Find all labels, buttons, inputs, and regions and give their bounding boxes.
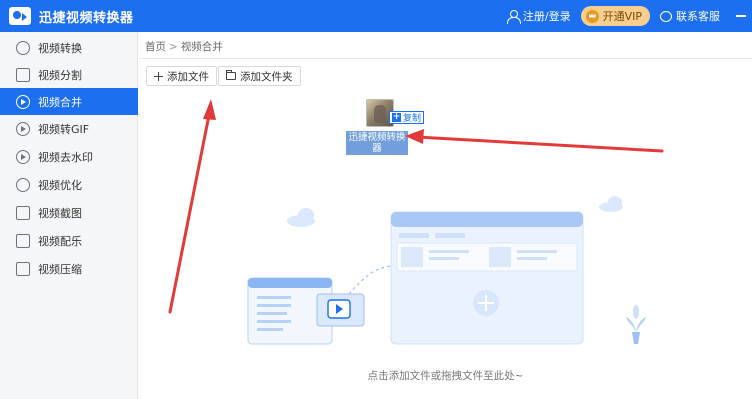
- sidebar-item-label: 视频压缩: [38, 262, 82, 276]
- login-label: 注册/登录: [522, 10, 571, 23]
- minimize-button[interactable]: [730, 0, 752, 32]
- minimize-icon: [736, 15, 746, 17]
- watermark-icon: [16, 149, 30, 164]
- title-bar-actions: 注册/登录 开通VIP 联系客服: [506, 0, 752, 32]
- sidebar-item-label: 视频优化: [38, 178, 82, 192]
- sidebar-item-label: 视频转换: [38, 41, 82, 55]
- sidebar-item-label: 视频分割: [38, 68, 82, 82]
- large-window-graphic: [390, 211, 584, 345]
- sidebar-item-video-watermark[interactable]: 视频去水印: [0, 143, 138, 170]
- service-label: 联系客服: [676, 10, 720, 23]
- sidebar-item-video-screenshot[interactable]: 视频截图: [0, 199, 138, 226]
- video-card-graphic: [316, 293, 365, 327]
- title-bar: 迅捷视频转换器 注册/登录 开通VIP 联系客服: [0, 0, 752, 32]
- sidebar-item-video-split[interactable]: 视频分割: [0, 61, 138, 88]
- split-icon: [16, 67, 30, 82]
- empty-hint[interactable]: 点击添加文件或拖拽文件至此处~: [139, 368, 752, 383]
- copy-badge: + 复制: [389, 111, 425, 124]
- open-vip-button[interactable]: 开通VIP: [580, 6, 650, 26]
- chat-icon: [660, 10, 672, 22]
- dragged-file-name: 迅捷视频转换器: [346, 131, 408, 155]
- app-title: 迅捷视频转换器: [39, 10, 134, 26]
- screenshot-icon: [16, 205, 30, 220]
- app-window: 迅捷视频转换器 注册/登录 开通VIP 联系客服 视频转换 视频分割 视频合并 …: [0, 0, 752, 399]
- music-icon: [16, 233, 30, 248]
- main-panel: 首页 > 视频合并 添加文件 添加文件夹 + 复制 迅捷视频转换器 点击添加文件…: [139, 32, 752, 399]
- gif-icon: [16, 121, 30, 136]
- sidebar-item-label: 视频转GIF: [38, 122, 90, 136]
- vip-label: 开通VIP: [602, 10, 642, 23]
- video-convert-icon: [16, 40, 30, 55]
- sidebar-item-video-merge[interactable]: 视频合并: [0, 88, 138, 115]
- sidebar-item-label: 视频合并: [38, 95, 82, 109]
- copy-label: 复制: [403, 114, 422, 124]
- sidebar-item-label: 视频配乐: [38, 234, 82, 248]
- empty-state-illustration: [247, 196, 646, 345]
- sidebar-item-video-compress[interactable]: 视频压缩: [0, 255, 138, 282]
- sidebar-item-video-music[interactable]: 视频配乐: [0, 227, 138, 254]
- user-icon: [506, 9, 521, 24]
- sidebar-item-label: 视频截图: [38, 206, 82, 220]
- contact-service-button[interactable]: 联系客服: [660, 8, 720, 24]
- app-logo-icon: [9, 7, 31, 25]
- plant-graphic: [626, 305, 646, 344]
- sidebar: 视频转换 视频分割 视频合并 视频转GIF 视频去水印 视频优化 视频截图 视频…: [0, 32, 138, 399]
- sidebar-item-video-optimize[interactable]: 视频优化: [0, 171, 138, 198]
- sidebar-item-video-gif[interactable]: 视频转GIF: [0, 115, 138, 142]
- compress-icon: [16, 261, 30, 276]
- sidebar-item-label: 视频去水印: [38, 150, 93, 164]
- login-button[interactable]: 注册/登录: [506, 8, 571, 24]
- plus-icon: +: [392, 112, 401, 122]
- crown-icon: [585, 9, 599, 23]
- optimize-icon: [16, 177, 30, 192]
- sidebar-item-video-convert[interactable]: 视频转换: [0, 34, 138, 61]
- merge-icon: [16, 94, 30, 109]
